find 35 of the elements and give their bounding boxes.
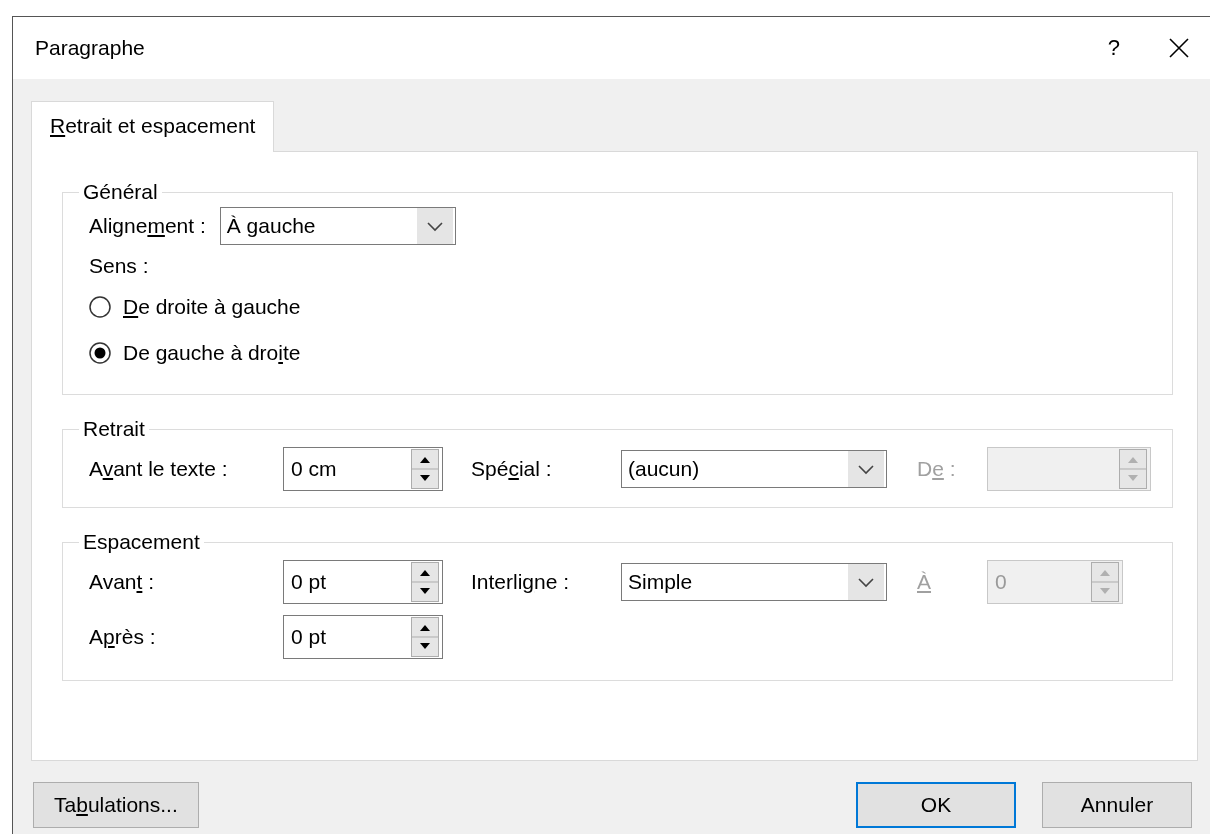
tab[interactable]: Retrait et espacement — [31, 101, 275, 152]
spin-arrows-icon[interactable] — [411, 449, 439, 489]
field-label: Alignement : — [89, 214, 206, 238]
help-button[interactable]: ? — [1107, 35, 1120, 61]
radio-button[interactable]: De gauche à droite — [89, 330, 301, 376]
spin-field[interactable]: 0 pt — [283, 560, 443, 604]
dialog-button[interactable]: Tabulations... — [33, 782, 199, 828]
field-label: Interligne : — [471, 570, 571, 594]
dropdown[interactable]: (aucun) — [621, 450, 887, 488]
group-title: Retrait — [82, 417, 146, 441]
field-label: Après : — [89, 625, 157, 649]
spin-arrows-icon[interactable] — [411, 562, 439, 602]
spin-arrows-icon[interactable] — [411, 617, 439, 657]
window-title: Paragraphe — [35, 36, 146, 60]
spin-field[interactable]: 0 pt — [283, 615, 443, 659]
chevron-down-icon[interactable] — [416, 208, 453, 244]
dropdown[interactable]: À gauche — [219, 207, 456, 245]
field-label: Sens : — [89, 254, 149, 278]
close-icon[interactable] — [1168, 37, 1190, 59]
field-label: Spécial : — [471, 457, 553, 481]
chevron-down-icon[interactable] — [848, 451, 884, 487]
field-label: De : — [917, 457, 957, 481]
dialog-button[interactable]: Annuler — [1042, 782, 1192, 828]
dropdown[interactable]: Simple — [621, 563, 887, 601]
field-label: À — [917, 570, 932, 594]
spin-field[interactable]: 0 cm — [283, 447, 443, 491]
radio-circle-icon[interactable] — [89, 342, 111, 364]
group-title: Espacement — [82, 530, 201, 554]
radio-button[interactable]: De droite à gauche — [89, 284, 301, 330]
field-label: Avant : — [89, 570, 155, 594]
radio-circle-icon[interactable] — [89, 296, 111, 318]
group-title: Général — [82, 180, 159, 204]
dialog-button[interactable]: OK — [856, 782, 1016, 828]
chevron-down-icon[interactable] — [848, 564, 884, 600]
field-label: Avant le texte : — [89, 457, 229, 481]
